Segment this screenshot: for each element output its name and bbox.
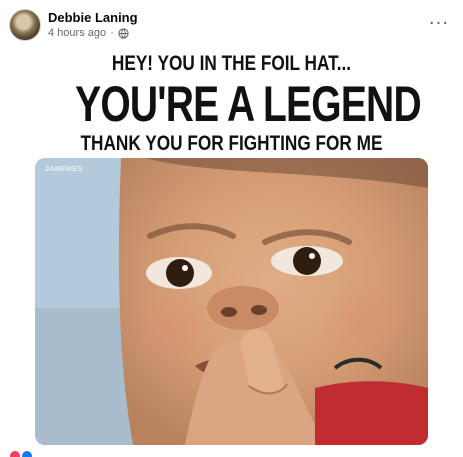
post-meta: 4 hours ago ·: [48, 27, 129, 39]
author-avatar[interactable]: [9, 9, 41, 41]
baby-photo-illustration: [35, 158, 428, 445]
more-horizontal-icon: ···: [428, 12, 450, 34]
meme-headline: YOU'RE A LEGEND: [75, 76, 422, 132]
love-reaction-icon: [10, 451, 20, 457]
meme-image[interactable]: HEY! YOU IN THE FOIL HAT... YOU'RE A LEG…: [31, 48, 432, 446]
meme-caption-bottom: THANK YOU FOR FIGHTING FOR ME: [80, 132, 383, 155]
globe-icon[interactable]: [118, 27, 129, 39]
reaction-summary[interactable]: [10, 451, 32, 457]
author-name[interactable]: Debbie Laning: [48, 10, 138, 25]
meme-caption-top: HEY! YOU IN THE FOIL HAT...: [111, 52, 352, 75]
post-time[interactable]: 4 hours ago: [48, 27, 106, 39]
photo-watermark: JAMEMES: [45, 166, 83, 173]
post-header: Debbie Laning 4 hours ago · ···: [0, 0, 463, 48]
baby-photo: JAMEMES: [35, 158, 428, 445]
like-reaction-icon: [22, 451, 32, 457]
meta-separator: ·: [110, 27, 114, 39]
more-options-button[interactable]: ···: [427, 12, 451, 34]
